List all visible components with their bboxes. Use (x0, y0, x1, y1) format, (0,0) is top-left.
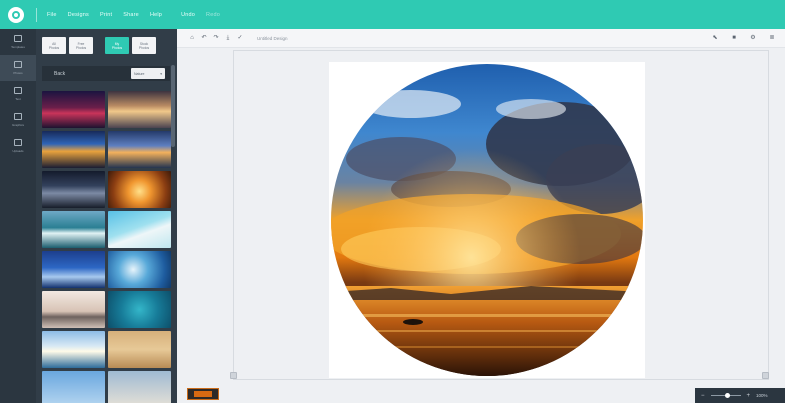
photo-thumb-shoreline[interactable] (108, 211, 171, 248)
panel-subbar: Back Nature ▾ (42, 66, 170, 81)
photo-thumb-misty-sea[interactable] (42, 291, 105, 328)
sunset-image (331, 64, 643, 376)
photo-thumb-bright-sky[interactable] (42, 331, 105, 368)
tab-my-photos[interactable]: My Photos (105, 37, 129, 54)
zoom-control: − + 100% (695, 388, 785, 403)
shapes-icon (14, 113, 22, 120)
redo-icon[interactable]: ↷ (213, 35, 219, 41)
photo-thumb-sand[interactable] (108, 331, 171, 368)
canvas-toolbar: ⌂ ↶ ↷ ⤓ ✓ Untitled Design ⬉ ■ ⚙ ≣ (177, 29, 785, 48)
grid-icon (14, 35, 22, 42)
divider (36, 7, 37, 22)
category-filter[interactable]: Nature ▾ (131, 68, 165, 79)
zoom-slider-knob[interactable] (724, 393, 730, 398)
undo-button[interactable]: Undo (181, 12, 195, 18)
app-logo-icon[interactable] (8, 6, 24, 23)
photo-thumb-silhouette[interactable] (108, 171, 171, 208)
rail-item-text[interactable]: Text (0, 81, 36, 107)
chevron-down-icon: ▾ (160, 71, 162, 76)
settings-icon[interactable]: ⚙ (750, 35, 756, 41)
photo-panel: All Photos Free Photos My Photos Stock P… (36, 29, 177, 403)
photo-thumb-shells[interactable] (108, 371, 171, 403)
rail-label: Graphics (11, 123, 24, 127)
toolbar-actions: ⬉ ■ ⚙ ≣ (706, 35, 775, 41)
back-button[interactable]: Back (54, 71, 65, 77)
menu-share[interactable]: Share (123, 12, 139, 18)
panel-scrollbar[interactable] (171, 65, 175, 147)
image-icon (14, 61, 22, 68)
rail-item-uploads[interactable]: Uploads (0, 133, 36, 159)
photo-tabs: All Photos Free Photos My Photos Stock P… (42, 37, 156, 54)
redo-button[interactable]: Redo (206, 12, 220, 18)
photo-grid (42, 91, 172, 403)
menu-file[interactable]: File (47, 12, 57, 18)
upload-icon (14, 139, 22, 146)
undo-icon[interactable]: ↶ (201, 35, 207, 41)
menu-help[interactable]: Help (150, 12, 162, 18)
rail-label: Uploads (12, 149, 24, 153)
resize-handle-bottom-right[interactable] (762, 372, 769, 379)
photo-thumb-wave[interactable] (42, 211, 105, 248)
tab-free-photos[interactable]: Free Photos (69, 37, 93, 54)
zoom-out-icon[interactable]: − (701, 393, 705, 399)
filter-value: Nature (134, 71, 145, 76)
photo-thumb-curl-wave[interactable] (108, 251, 171, 288)
design-title[interactable]: Untitled Design (257, 36, 288, 41)
rail-item-photos[interactable]: Photos (0, 55, 36, 81)
photo-thumb-sea-sunset[interactable] (108, 91, 171, 128)
rail-item-graphics[interactable]: Graphics (0, 107, 36, 133)
menu-designs[interactable]: Designs (68, 12, 89, 18)
photo-thumb-underwater[interactable] (108, 291, 171, 328)
tab-label: Photos (75, 45, 87, 50)
zoom-slider[interactable] (710, 393, 741, 398)
bottom-bar: − + 100% (177, 388, 785, 403)
zoom-value[interactable]: 100% (756, 393, 768, 398)
home-icon[interactable]: ⌂ (189, 35, 195, 41)
tab-all-photos[interactable]: All Photos (42, 37, 66, 54)
download-icon[interactable]: ⤓ (225, 35, 231, 41)
app-window: File Designs Print Share Help Undo Redo … (0, 0, 785, 403)
photo-thumb-purple-sunset[interactable] (42, 91, 105, 128)
photo-thumb-dark-lake[interactable] (42, 171, 105, 208)
cursor-icon[interactable]: ⬉ (712, 35, 718, 41)
main-menu: File Designs Print Share Help Undo Redo (47, 12, 231, 18)
layers-icon[interactable]: ≣ (769, 35, 775, 41)
fill-icon[interactable]: ■ (731, 35, 737, 41)
photo-thumb-palm-sunset[interactable] (42, 131, 105, 168)
circular-sunset-photo[interactable] (331, 64, 643, 376)
design-page[interactable] (329, 62, 645, 378)
photo-thumb-blue-water[interactable] (42, 251, 105, 288)
menu-print[interactable]: Print (100, 12, 112, 18)
tool-rail: Templates Photos Text Graphics Uploads (0, 29, 36, 403)
check-icon[interactable]: ✓ (237, 35, 243, 41)
rail-label: Templates (11, 45, 25, 49)
rail-item-templates[interactable]: Templates (0, 29, 36, 55)
rail-label: Text (15, 97, 21, 101)
design-stage (177, 48, 785, 388)
text-icon (14, 87, 22, 94)
zoom-in-icon[interactable]: + (747, 393, 751, 399)
tab-label: Photos (111, 45, 123, 50)
page-thumbnail[interactable] (187, 388, 219, 400)
tab-label: Photos (138, 45, 150, 50)
photo-thumb-sky[interactable] (42, 371, 105, 403)
tab-stock-photos[interactable]: Stock Photos (132, 37, 156, 54)
rail-label: Photos (13, 71, 23, 75)
photo-thumb-beach-dusk[interactable] (108, 131, 171, 168)
resize-handle-bottom-left[interactable] (230, 372, 237, 379)
tab-label: Photos (48, 45, 60, 50)
top-bar: File Designs Print Share Help Undo Redo (0, 0, 785, 29)
